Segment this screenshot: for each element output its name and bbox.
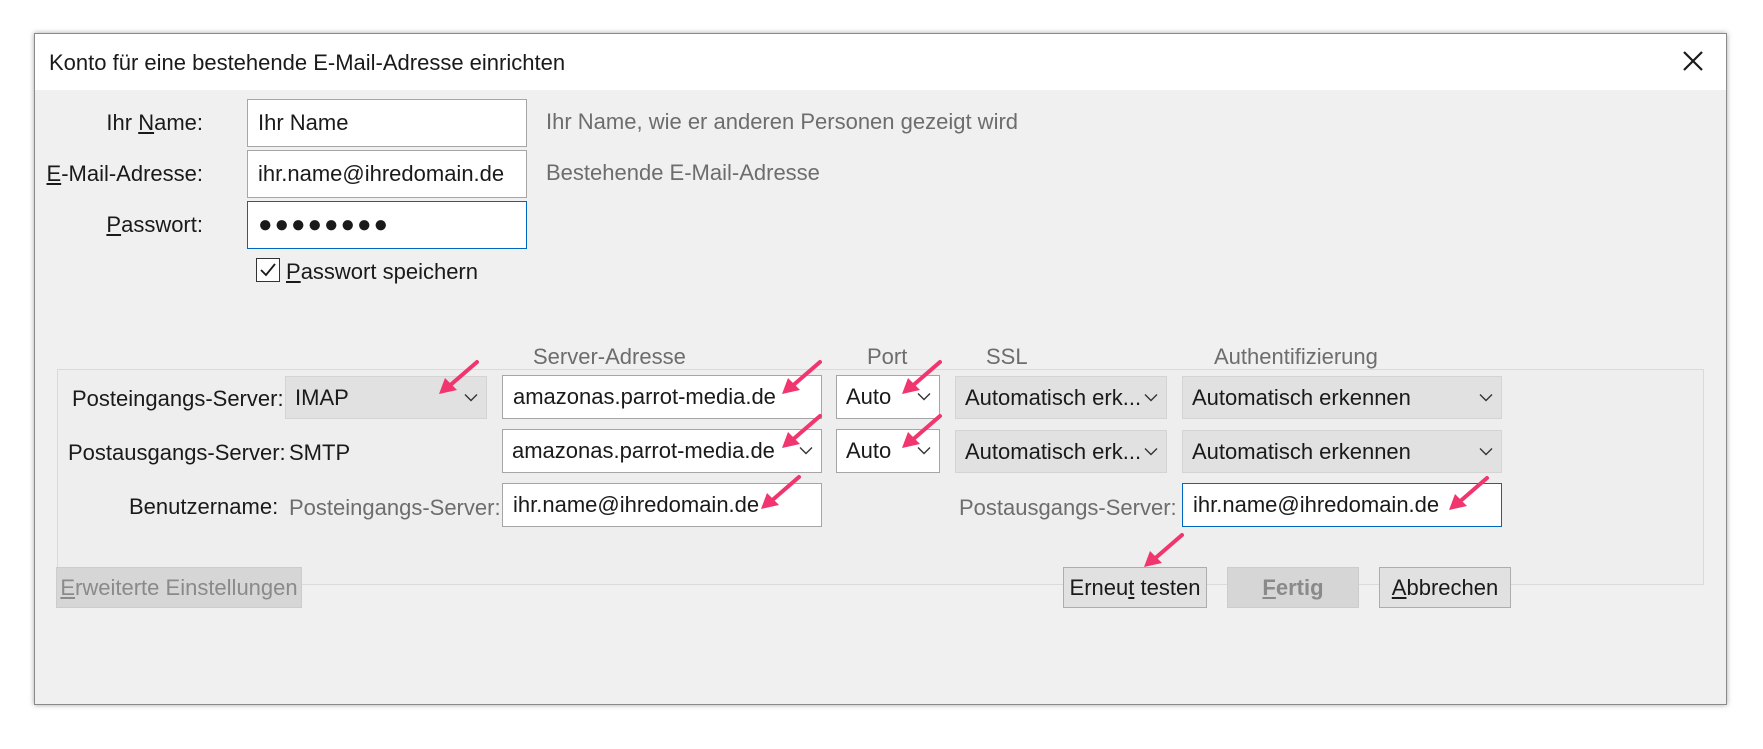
incoming-username-input[interactable] bbox=[502, 483, 822, 527]
outgoing-server-label: Postausgangs-Server: bbox=[68, 440, 286, 465]
name-input[interactable] bbox=[247, 99, 527, 147]
password-input[interactable]: ●●●●●●●● bbox=[247, 201, 527, 249]
remember-password-label[interactable]: Passwort speichern bbox=[286, 259, 478, 285]
header-ssl: SSL bbox=[986, 344, 1028, 369]
incoming-ssl-select[interactable]: Automatisch erk... bbox=[955, 376, 1167, 419]
chevron-down-icon bbox=[464, 393, 478, 401]
outgoing-port-select[interactable]: Auto bbox=[836, 429, 940, 473]
outgoing-protocol-label: SMTP bbox=[289, 440, 351, 465]
checkmark-icon bbox=[260, 263, 276, 277]
incoming-port-select[interactable]: Auto bbox=[836, 375, 940, 419]
outgoing-server-address-select[interactable]: amazonas.parrot-media.de bbox=[502, 429, 822, 473]
password-label: Passwort: bbox=[106, 212, 203, 237]
username-incoming-label: Posteingangs-Server: bbox=[289, 495, 501, 520]
chevron-down-icon bbox=[1144, 393, 1158, 401]
username-label: Benutzername: bbox=[129, 494, 279, 519]
outgoing-authentication-select[interactable]: Automatisch erkennen bbox=[1182, 430, 1502, 473]
incoming-protocol-select[interactable]: IMAP bbox=[285, 376, 487, 419]
email-label: E-Mail-Adresse: bbox=[46, 161, 204, 186]
header-server-address: Server-Adresse bbox=[533, 344, 686, 369]
outgoing-username-input[interactable] bbox=[1182, 483, 1502, 527]
title-bar: Konto für eine bestehende E-Mail-Adresse… bbox=[35, 34, 1726, 90]
outgoing-ssl-select[interactable]: Automatisch erk... bbox=[955, 430, 1167, 473]
email-input[interactable] bbox=[247, 150, 527, 198]
cancel-button[interactable]: Abbrechen bbox=[1379, 567, 1511, 608]
email-hint: Bestehende E-Mail-Adresse bbox=[546, 160, 820, 185]
retest-button[interactable]: Erneu t testen bbox=[1063, 567, 1207, 608]
name-hint: Ihr Name, wie er anderen Personen gezeig… bbox=[546, 109, 1019, 134]
incoming-server-label: Posteingangs-Server: bbox=[72, 386, 284, 411]
chevron-down-icon bbox=[917, 447, 931, 455]
remember-password-checkbox[interactable] bbox=[256, 258, 280, 282]
done-button[interactable]: Fertig bbox=[1227, 567, 1359, 608]
account-setup-dialog: Konto für eine bestehende E-Mail-Adresse… bbox=[34, 33, 1727, 705]
dialog-title: Konto für eine bestehende E-Mail-Adresse… bbox=[49, 50, 566, 75]
header-authentication: Authentifizierung bbox=[1214, 344, 1378, 369]
username-outgoing-label: Postausgangs-Server: bbox=[959, 495, 1177, 520]
name-label: Ihr Name: bbox=[106, 110, 203, 135]
chevron-down-icon bbox=[799, 447, 813, 455]
incoming-authentication-select[interactable]: Automatisch erkennen bbox=[1182, 376, 1502, 419]
advanced-settings-button[interactable]: Erweiterte Einstellungen bbox=[56, 567, 302, 608]
chevron-down-icon bbox=[1479, 447, 1493, 455]
close-icon[interactable] bbox=[1678, 46, 1708, 76]
chevron-down-icon bbox=[917, 393, 931, 401]
header-port: Port bbox=[867, 344, 908, 369]
incoming-server-address-input[interactable] bbox=[502, 375, 822, 419]
chevron-down-icon bbox=[1144, 447, 1158, 455]
chevron-down-icon bbox=[1479, 393, 1493, 401]
